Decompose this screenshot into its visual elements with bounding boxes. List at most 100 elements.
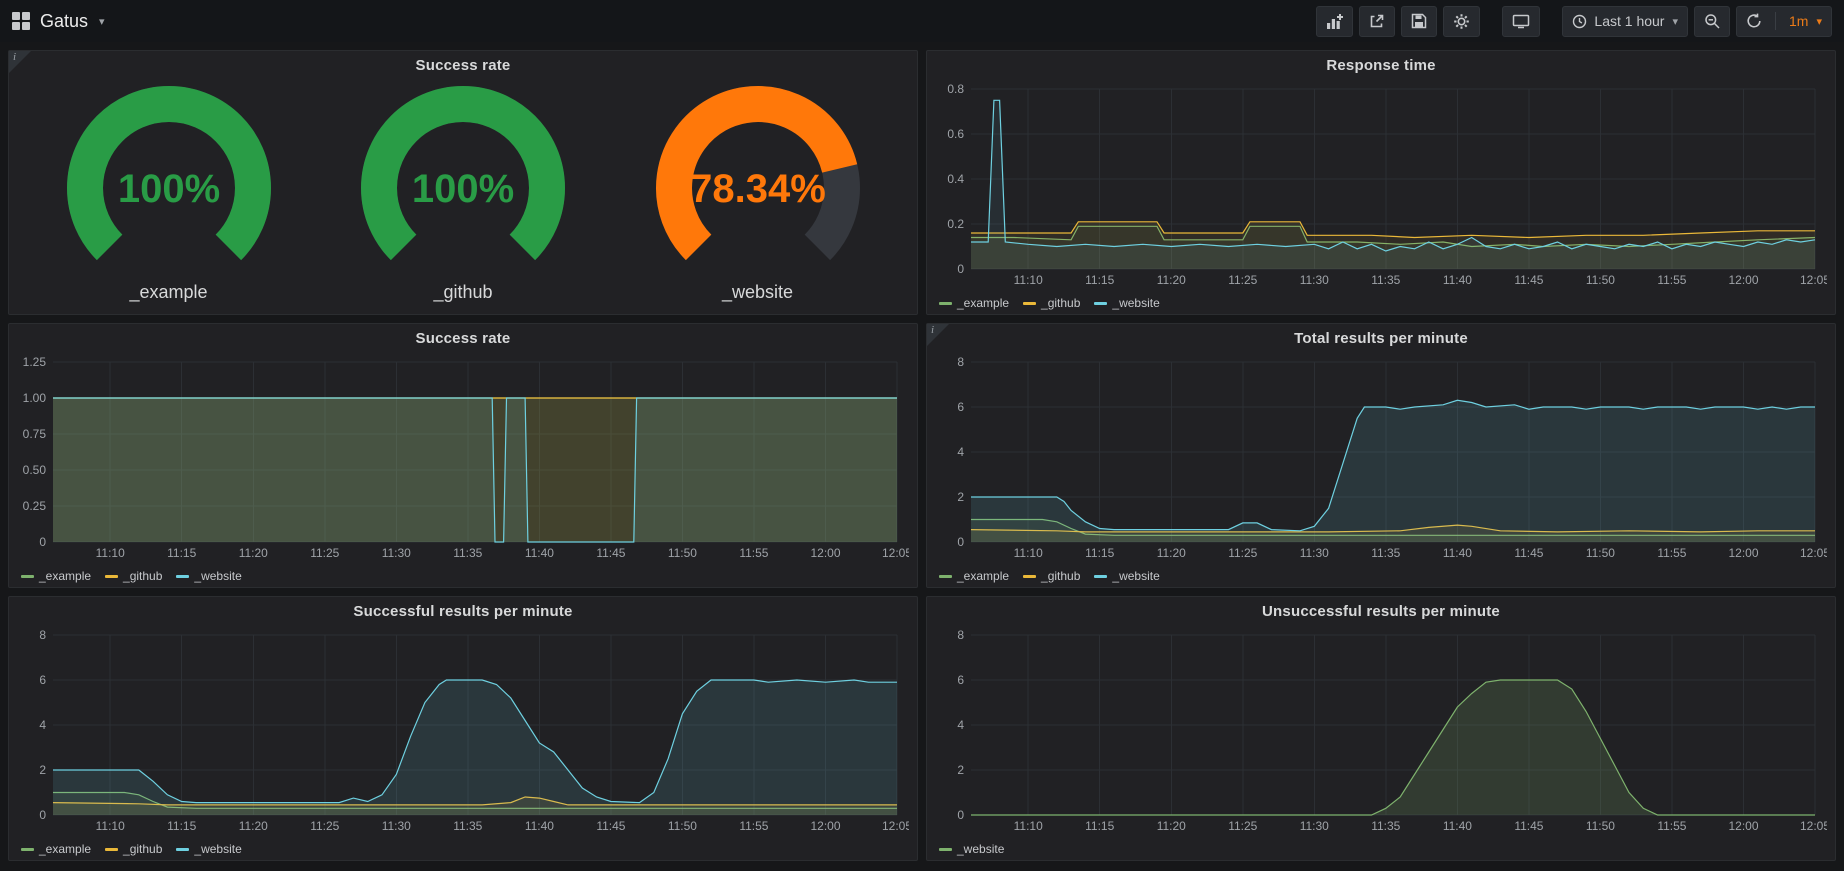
gauge-row: 100%_example100%_github78.34%_website [9,79,917,306]
svg-text:0.6: 0.6 [947,127,964,141]
svg-text:0.8: 0.8 [947,82,964,96]
svg-text:11:55: 11:55 [1657,819,1686,833]
info-icon[interactable]: i [927,324,949,346]
panel-total-results: i Total results per minute 0246811:1011:… [926,323,1836,588]
legend-item-_example[interactable]: _example [21,842,91,856]
bar-chart-plus-icon [1326,13,1343,30]
refresh-icon[interactable] [1746,13,1762,29]
svg-text:12:05: 12:05 [882,546,909,560]
time-range-caret-icon: ▾ [1672,15,1678,28]
panel-title[interactable]: Total results per minute [927,324,1835,352]
legend-marker [176,575,189,578]
refresh-caret-icon[interactable]: ▾ [1816,15,1822,28]
legend-item-_github[interactable]: _github [1023,569,1080,583]
chart-canvas[interactable]: 00.20.40.60.811:1011:1511:2011:2511:3011… [933,79,1827,289]
cycle-view-button[interactable] [1502,6,1540,37]
info-icon[interactable]: i [9,51,31,73]
panel-title[interactable]: Success rate [9,51,917,79]
svg-text:11:40: 11:40 [1443,273,1472,287]
add-panel-button[interactable] [1316,6,1353,37]
chart-canvas[interactable]: 0246811:1011:1511:2011:2511:3011:3511:40… [933,625,1827,835]
zoom-out-button[interactable] [1694,6,1730,37]
legend-marker [1023,575,1036,578]
legend-marker [176,848,189,851]
svg-text:11:35: 11:35 [453,819,482,833]
svg-text:11:55: 11:55 [1657,546,1686,560]
legend-item-_website[interactable]: _website [939,842,1004,856]
share-button[interactable] [1359,6,1395,37]
legend-item-_website[interactable]: _website [176,569,241,583]
svg-text:11:55: 11:55 [1657,273,1686,287]
svg-text:11:20: 11:20 [239,819,268,833]
svg-text:4: 4 [957,445,964,459]
gear-icon [1453,13,1470,30]
chart-legend: _example _github _website [21,842,242,856]
svg-text:12:05: 12:05 [1800,273,1827,287]
svg-text:11:30: 11:30 [1300,819,1329,833]
dashboards-icon[interactable] [12,12,30,30]
gauge-label: _github [433,282,492,303]
legend-marker [939,302,952,305]
svg-text:8: 8 [957,355,964,369]
svg-text:6: 6 [957,673,964,687]
save-button[interactable] [1401,6,1437,37]
refresh-button-group[interactable]: 1m ▾ [1736,6,1832,37]
chart-canvas[interactable]: 0246811:1011:1511:2011:2511:3011:3511:40… [15,625,909,835]
refresh-interval-label[interactable]: 1m [1789,13,1808,29]
panel-title[interactable]: Unsuccessful results per minute [927,597,1835,625]
svg-text:8: 8 [39,628,46,642]
chart-canvas[interactable]: 0246811:1011:1511:2011:2511:3011:3511:40… [933,352,1827,562]
legend-marker [939,848,952,851]
svg-text:11:40: 11:40 [525,819,554,833]
svg-text:1.00: 1.00 [23,391,47,405]
chart-canvas[interactable]: 00.250.500.751.001.2511:1011:1511:2011:2… [15,352,909,562]
response-time-chart[interactable]: 00.20.40.60.811:1011:1511:2011:2511:3011… [933,79,1827,289]
legend-label: _example [957,296,1009,310]
panel-title[interactable]: Successful results per minute [9,597,917,625]
svg-text:11:25: 11:25 [1228,819,1257,833]
dashboard-caret-icon[interactable]: ▾ [99,15,105,28]
success-rate-chart[interactable]: 00.250.500.751.001.2511:1011:1511:2011:2… [15,352,909,562]
panel-response-time: Response time 00.20.40.60.811:1011:1511:… [926,50,1836,315]
svg-text:11:50: 11:50 [668,819,697,833]
svg-text:12:05: 12:05 [1800,819,1827,833]
svg-text:11:15: 11:15 [167,546,196,560]
successful-results-chart[interactable]: 0246811:1011:1511:2011:2511:3011:3511:40… [15,625,909,835]
legend-item-_example[interactable]: _example [939,569,1009,583]
svg-text:12:00: 12:00 [1728,546,1758,560]
legend-label: _github [1041,569,1080,583]
svg-text:11:35: 11:35 [1371,546,1400,560]
svg-text:11:25: 11:25 [310,819,339,833]
legend-item-_github[interactable]: _github [105,842,162,856]
legend-label: _example [39,569,91,583]
legend-label: _website [194,569,241,583]
settings-button[interactable] [1443,6,1480,37]
svg-text:11:45: 11:45 [1514,546,1543,560]
dashboard-title[interactable]: Gatus [40,11,88,32]
save-icon [1411,13,1427,29]
panel-title[interactable]: Response time [927,51,1835,79]
legend-label: _website [194,842,241,856]
svg-text:2: 2 [39,763,46,777]
legend-item-_github[interactable]: _github [105,569,162,583]
legend-item-_example[interactable]: _example [939,296,1009,310]
total-results-chart[interactable]: 0246811:1011:1511:2011:2511:3011:3511:40… [933,352,1827,562]
svg-text:0.25: 0.25 [23,499,47,513]
svg-text:0.75: 0.75 [23,427,47,441]
unsuccessful-results-chart[interactable]: 0246811:1011:1511:2011:2511:3011:3511:40… [933,625,1827,835]
svg-text:0.50: 0.50 [23,463,47,477]
legend-item-_website[interactable]: _website [1094,569,1159,583]
gauge-_example: 100%_example [34,82,304,303]
svg-text:0: 0 [39,808,46,822]
legend-label: _example [957,569,1009,583]
svg-text:11:20: 11:20 [1157,273,1186,287]
navbar-right: Last 1 hour ▾ 1m ▾ [1316,6,1832,37]
svg-text:2: 2 [957,763,964,777]
panel-title[interactable]: Success rate [9,324,917,352]
legend-item-_example[interactable]: _example [21,569,91,583]
legend-item-_github[interactable]: _github [1023,296,1080,310]
legend-label: _github [1041,296,1080,310]
legend-item-_website[interactable]: _website [1094,296,1159,310]
legend-item-_website[interactable]: _website [176,842,241,856]
time-range-picker[interactable]: Last 1 hour ▾ [1562,6,1688,37]
